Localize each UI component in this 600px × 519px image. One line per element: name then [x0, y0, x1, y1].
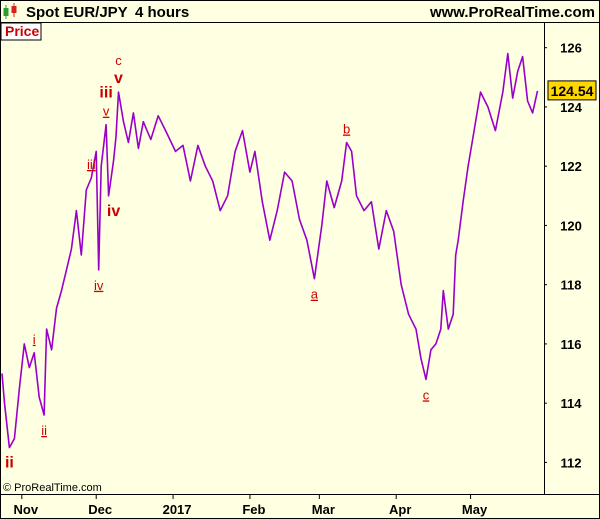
x-tick-label: Dec [88, 502, 112, 517]
y-tick-label: 122 [560, 159, 582, 174]
y-tick-label: 120 [560, 218, 582, 233]
wave-label: v [114, 70, 123, 87]
x-tick-label: Apr [389, 502, 411, 517]
timeframe-label: 4 hours [135, 4, 189, 21]
wave-label: c [423, 387, 430, 402]
wave-label: ii [5, 455, 14, 472]
chart-canvas: Spot EUR/JPY 4 hours www.ProRealTime.com… [0, 0, 600, 519]
site-label: www.ProRealTime.com [429, 4, 595, 21]
wave-label: a [311, 287, 319, 302]
price-tab[interactable]: Price [5, 23, 39, 39]
y-tick-label: 118 [561, 278, 582, 293]
x-tick-label: Feb [242, 502, 265, 517]
x-tick-label: Mar [312, 502, 335, 517]
wave-label: b [343, 122, 350, 137]
y-tick-label: 126 [560, 41, 582, 56]
chart-title: Spot EUR/JPY [26, 4, 128, 21]
y-tick-label: 114 [561, 396, 583, 411]
wave-label: c [115, 53, 122, 68]
wave-label: iii [99, 85, 112, 102]
y-tick-label: 112 [561, 455, 582, 470]
x-tick-label: May [462, 502, 488, 517]
x-tick-label: 2017 [163, 502, 192, 517]
wave-label: i [33, 332, 36, 347]
wave-label: iii [87, 157, 96, 172]
chart-frame [0, 0, 600, 519]
last-price-label: 124.54 [551, 83, 594, 99]
y-tick-label: 116 [561, 337, 582, 352]
x-tick-label: Nov [14, 502, 39, 517]
y-tick-label: 124 [560, 100, 582, 115]
wave-label: v [103, 104, 110, 119]
wave-label: ii [41, 423, 47, 438]
copyright: © ProRealTime.com [3, 482, 102, 494]
wave-label: iv [94, 278, 104, 293]
wave-label: iv [107, 203, 120, 220]
